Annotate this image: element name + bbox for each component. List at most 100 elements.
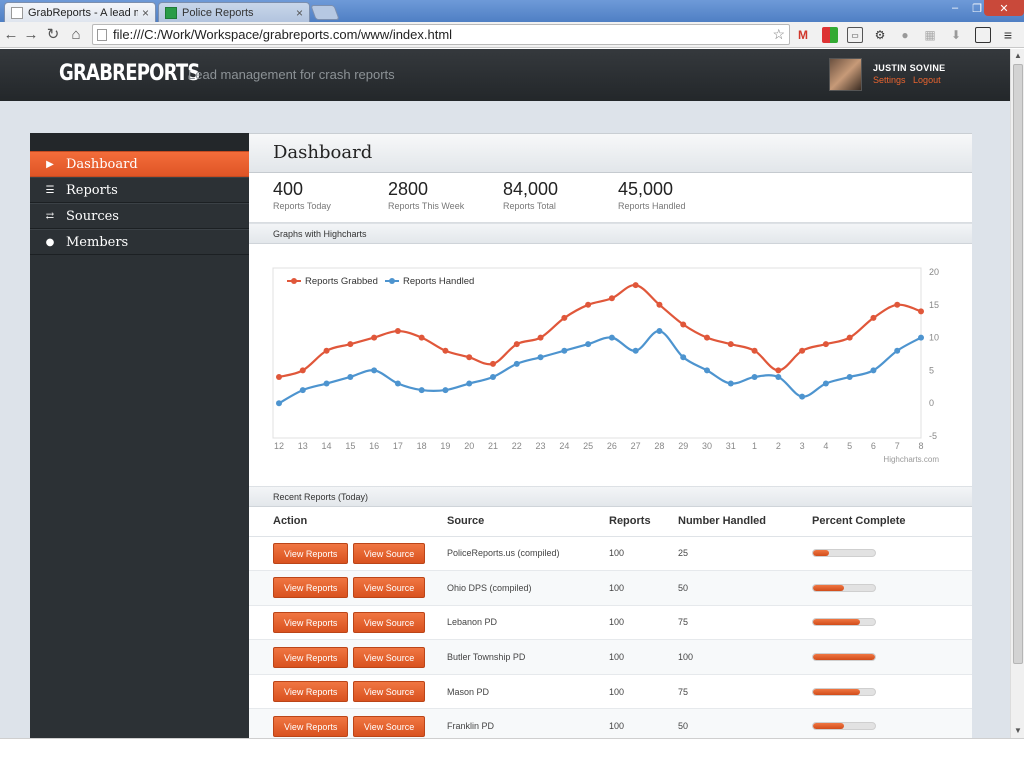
data-point: [537, 334, 544, 341]
close-window-button[interactable]: ✕: [984, 0, 1024, 16]
sidebar-item-dashboard[interactable]: ▶ Dashboard: [30, 151, 249, 177]
y-tick-label: 10: [929, 333, 939, 343]
table-row: View Reports View Source Butler Township …: [249, 639, 972, 675]
avatar[interactable]: [829, 58, 862, 91]
stat-label: Reports Handled: [618, 201, 686, 211]
browser-tab-police-reports[interactable]: Police Reports ×: [158, 2, 310, 22]
extension-square-icon[interactable]: [975, 27, 991, 43]
main-panel: Dashboard 400 Reports Today 2800 Reports…: [249, 133, 972, 738]
handled-cell: 50: [678, 708, 812, 738]
browser-tab-grabreports[interactable]: GrabReports - A lead man ×: [4, 2, 156, 22]
gmail-icon[interactable]: M: [795, 27, 811, 43]
list-icon: ☰: [45, 184, 55, 196]
url-text[interactable]: file:///C:/Work/Workspace/grabreports.co…: [113, 27, 772, 42]
line-chart: 20151050-512 13 14 15 16 17 18 19 20 21 22 23 24 25 26…: [272, 267, 939, 464]
data-point: [394, 328, 401, 335]
progress-bar: [812, 653, 876, 662]
source-cell: Mason PD: [447, 674, 609, 710]
view-source-button[interactable]: View Source: [352, 611, 426, 633]
view-reports-button[interactable]: View Reports: [273, 715, 349, 737]
scroll-down-arrow-icon[interactable]: ▼: [1011, 724, 1024, 738]
graphs-section-header: Graphs with Highcharts: [249, 223, 972, 244]
table-row: View Reports View Source Franklin PD 100 50: [249, 708, 972, 738]
reload-icon[interactable]: ↻: [44, 26, 62, 44]
chart-container: 20 15 10 5 0 -5 12 13 14 15 16 17 18 19 20 21 22 23 24 25 26…: [249, 244, 972, 486]
stat-label: Reports This Week: [388, 201, 465, 211]
view-source-button[interactable]: View Source: [352, 577, 426, 599]
home-icon[interactable]: ⌂: [67, 26, 85, 44]
site-logo[interactable]: GRABREPORTS: [59, 61, 200, 86]
table-row: View Reports View Source Lebanon PD 100 75: [249, 605, 972, 641]
extension-badge-icon[interactable]: [822, 27, 838, 43]
reports-cell: 100: [609, 605, 678, 641]
download-icon[interactable]: ⬇: [948, 27, 964, 43]
handled-cell: 75: [678, 605, 812, 641]
logout-link[interactable]: Logout: [913, 75, 941, 85]
handled-cell: 25: [678, 536, 812, 572]
data-point: [608, 295, 615, 302]
view-source-button[interactable]: View Source: [352, 542, 426, 564]
gear-icon[interactable]: ⚙: [872, 27, 888, 43]
keyboard-icon[interactable]: ▭: [847, 27, 863, 43]
data-point: [299, 367, 306, 374]
data-point: [537, 354, 544, 361]
reports-cell: 100: [609, 674, 678, 710]
view-reports-button[interactable]: View Reports: [273, 646, 349, 668]
reports-cell: 100: [609, 570, 678, 606]
page-scrollbar[interactable]: ▲ ▼: [1010, 49, 1024, 738]
legend-label: Reports Handled: [403, 276, 474, 287]
back-arrow-icon[interactable]: ←: [2, 26, 20, 44]
sidebar-item-members[interactable]: ● Members: [30, 229, 249, 255]
sidebar-item-sources[interactable]: ⇄ Sources: [30, 203, 249, 229]
data-point: [347, 341, 354, 348]
browser-toolbar: ← → ↻ ⌂ file:///C:/Work/Workspace/grabre…: [0, 22, 1024, 48]
stat-reports-total: 84,000 Reports Total: [503, 179, 558, 211]
data-point: [561, 347, 568, 354]
source-cell: Butler Township PD: [447, 639, 609, 675]
view-reports-button[interactable]: View Reports: [273, 542, 349, 564]
view-reports-button[interactable]: View Reports: [273, 577, 349, 599]
view-source-button[interactable]: View Source: [352, 646, 426, 668]
data-point: [846, 373, 853, 380]
settings-link[interactable]: Settings: [873, 75, 906, 85]
data-point: [704, 334, 710, 341]
address-bar[interactable]: file:///C:/Work/Workspace/grabreports.co…: [92, 24, 790, 45]
bookmark-star-icon[interactable]: ☆: [772, 26, 785, 43]
data-point: [466, 354, 473, 361]
new-tab-button[interactable]: [310, 5, 340, 20]
data-point: [799, 347, 806, 354]
view-source-button[interactable]: View Source: [352, 681, 426, 703]
table-body: View Reports View Source PoliceReports.us…: [249, 536, 972, 738]
sidebar-item-reports[interactable]: ☰ Reports: [30, 177, 249, 203]
action-cell: View Reports View Source: [249, 674, 447, 710]
progress-fill: [813, 688, 860, 695]
scroll-up-arrow-icon[interactable]: ▲: [1011, 49, 1024, 63]
view-source-button[interactable]: View Source: [352, 715, 426, 737]
data-point: [585, 301, 592, 308]
view-reports-button[interactable]: View Reports: [273, 681, 349, 703]
menu-icon[interactable]: ≡: [1000, 27, 1016, 43]
handled-cell: 50: [678, 570, 812, 606]
percent-cell: [812, 570, 972, 606]
spreadsheet-favicon-icon: [165, 6, 177, 19]
stat-value: 400: [273, 179, 304, 199]
extension-icon[interactable]: ▦: [922, 27, 938, 43]
progress-fill: [813, 550, 829, 557]
tab-close-icon[interactable]: ×: [296, 6, 303, 20]
data-point: [371, 334, 378, 341]
source-cell: Ohio DPS (compiled): [447, 570, 609, 606]
data-point: [656, 328, 663, 335]
minimize-button[interactable]: –: [944, 0, 966, 16]
source-cell: PoliceReports.us (compiled): [447, 536, 609, 572]
data-point: [323, 347, 330, 354]
table-row: View Reports View Source PoliceReports.us…: [249, 536, 972, 572]
stat-value: 2800: [388, 179, 429, 199]
forward-arrow-icon[interactable]: →: [22, 26, 40, 44]
globe-icon[interactable]: ●: [897, 27, 913, 43]
x-tick-label: 21: [488, 441, 498, 451]
tab-close-icon[interactable]: ×: [142, 6, 149, 20]
recent-reports-section-header: Recent Reports (Today): [249, 486, 972, 507]
view-reports-button[interactable]: View Reports: [273, 611, 349, 633]
scroll-thumb[interactable]: [1013, 64, 1023, 664]
recent-reports-table: Action Source Reports Number Handled Per…: [249, 507, 972, 738]
